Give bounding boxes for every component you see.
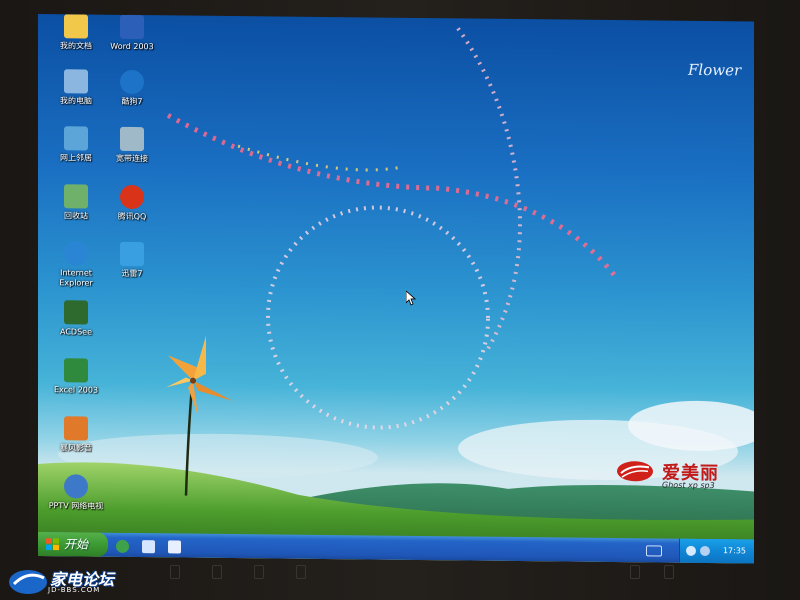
desktop-icon-excel-2003[interactable]: Excel 2003 [44,358,108,396]
kugou-icon [120,69,144,95]
xunlei-icon [120,241,144,267]
baofeng-icon [64,416,88,441]
desktop-icon-pptv[interactable]: PPTV 网络电视 [44,474,108,512]
desktop-icon-my-documents[interactable]: 我的文档 [44,14,108,52]
desktop-icon-internet-explorer[interactable]: Internet Explorer [44,241,108,289]
desktop-icon-xunlei[interactable]: 迅雷7 [100,241,164,280]
monitor-button[interactable] [212,565,222,579]
taskbar-toggle-button[interactable] [646,545,662,557]
system-tray: 17:35 [679,538,754,564]
desktop-icon-word-2003[interactable]: Word 2003 [100,14,164,53]
monitor-button[interactable] [664,565,674,579]
desktop-icon-my-computer[interactable]: 我的电脑 [44,69,108,107]
start-button[interactable]: 开始 [38,532,108,557]
tray-volume-icon[interactable] [700,545,710,557]
broadband-connection-icon [120,126,144,152]
petal-swirl [166,27,620,430]
desktop-icon-broadband[interactable]: 宽带连接 [100,126,164,165]
ie-quick-icon[interactable] [116,539,129,553]
excel-icon [64,358,88,383]
mouse-cursor-icon [406,290,416,306]
my-computer-icon [64,69,88,94]
desktop-screen: 我的文档 Word 2003 我的电脑 酷狗7 网上邻居 宽带连接 回收站 腾讯… [38,14,754,564]
pptv-icon [64,474,88,499]
brand-subtitle: Ghost xp sp3 [662,480,715,491]
network-places-icon [64,126,88,151]
windows-flag-icon [46,538,59,551]
recycle-bin-icon [64,184,88,209]
desktop-icon-kugou[interactable]: 酷狗7 [100,69,164,108]
word-icon [120,14,144,40]
flower-logo: Flower [688,60,742,80]
desktop-icon-baofeng[interactable]: 暴风影音 [44,416,108,454]
my-documents-icon [64,14,88,39]
desktop-icon-qq[interactable]: 腾讯QQ [100,184,164,223]
brand-flame-icon [617,461,653,482]
desktop-icon-network-places[interactable]: 网上邻居 [44,126,108,164]
clock[interactable]: 17:35 [723,539,746,563]
desktop-icon-acdsee[interactable]: ACDSee [44,300,108,338]
monitor-button[interactable] [296,565,306,579]
desktop-quick-icon[interactable] [168,540,182,554]
media-quick-icon[interactable] [142,540,156,554]
monitor-button[interactable] [170,565,180,579]
forum-url: JD-BBS.COM [48,586,101,594]
monitor-button[interactable] [254,565,264,579]
quick-launch [116,538,189,554]
internet-explorer-icon [64,241,88,266]
acdsee-icon [64,300,88,325]
start-label: 开始 [64,537,89,552]
monitor-button[interactable] [630,565,640,579]
desktop-icon-recycle-bin[interactable]: 回收站 [44,184,108,222]
qq-icon [120,184,144,210]
tray-network-icon[interactable] [686,545,696,556]
